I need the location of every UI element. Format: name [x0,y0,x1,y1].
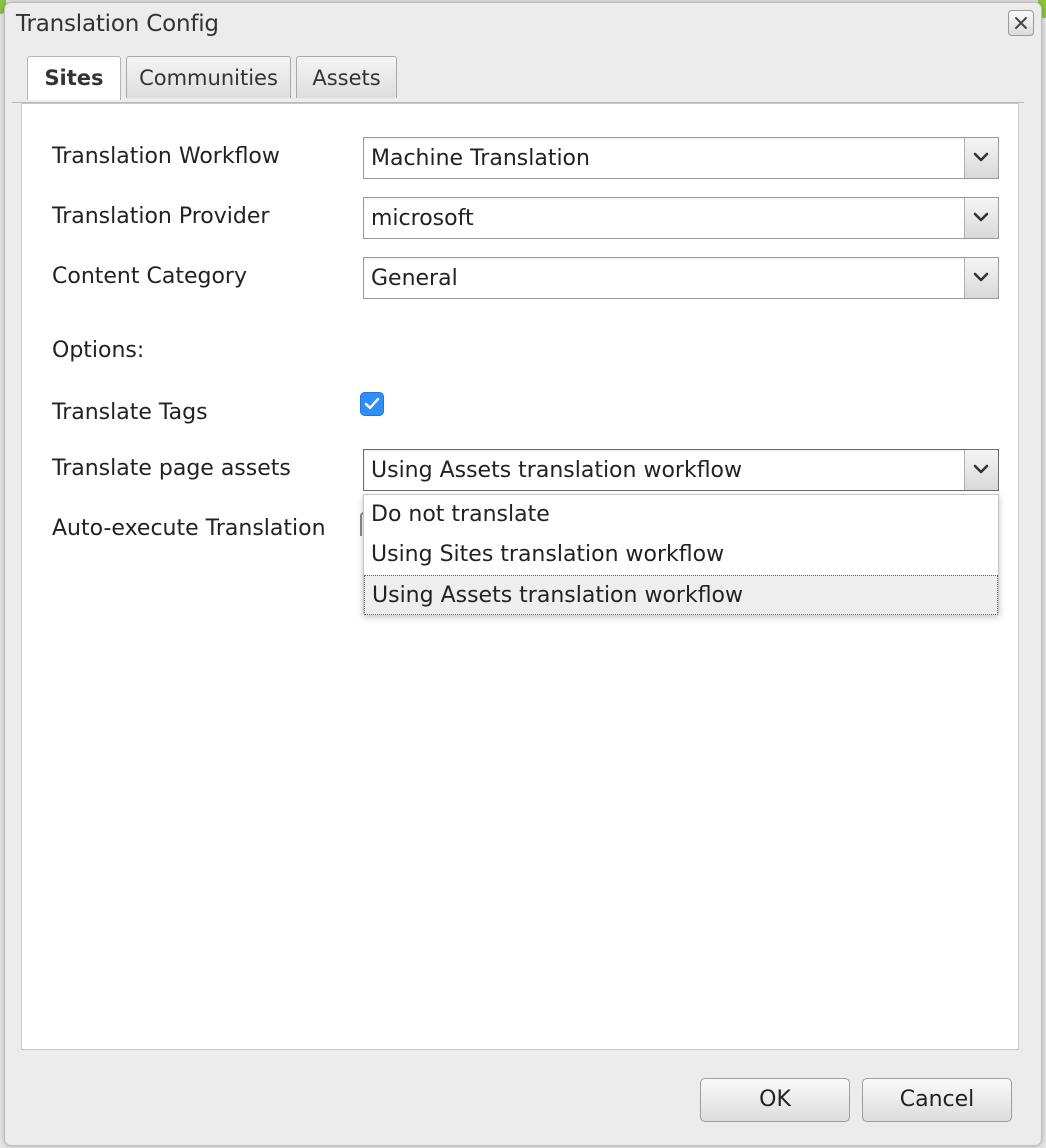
translate-tags-label: Translate Tags [52,400,208,425]
select-value: General [371,266,458,291]
dropdown-trigger[interactable] [964,198,998,238]
auto-execute-label: Auto-execute Translation [52,516,326,541]
translation-provider-label: Translation Provider [52,204,270,229]
close-button[interactable] [1008,10,1034,36]
translation-workflow-select[interactable]: Machine Translation [363,137,999,179]
select-value: Using Assets translation workflow [371,458,743,483]
translation-workflow-label: Translation Workflow [52,144,280,169]
checkmark-icon [364,397,380,410]
translate-page-assets-select[interactable]: Using Assets translation workflow [363,449,999,491]
cancel-button[interactable]: Cancel [862,1078,1012,1122]
content-category-label: Content Category [52,264,247,289]
chevron-down-icon [973,272,989,282]
chevron-down-icon [973,464,989,474]
dropdown-trigger[interactable] [964,138,998,178]
dialog-title: Translation Config [16,11,219,37]
tab-label: Assets [312,66,381,90]
tab-communities[interactable]: Communities [126,56,291,98]
tab-assets[interactable]: Assets [296,56,397,98]
option-do-not-translate[interactable]: Do not translate [364,495,998,535]
translate-page-assets-options: Do not translate Using Sites translation… [363,494,999,615]
dropdown-trigger[interactable] [964,258,998,298]
tab-label: Communities [139,66,278,90]
option-sites-workflow[interactable]: Using Sites translation workflow [364,535,998,575]
close-icon [1015,17,1027,29]
ok-button[interactable]: OK [700,1078,850,1122]
button-label: OK [759,1087,791,1112]
chevron-down-icon [973,212,989,222]
translate-tags-checkbox[interactable] [360,392,384,416]
options-heading: Options: [52,338,145,363]
button-label: Cancel [899,1087,975,1112]
tab-label: Sites [44,66,104,90]
translation-provider-select[interactable]: microsoft [363,197,999,239]
chevron-down-icon [973,152,989,162]
select-value: microsoft [371,206,474,231]
option-assets-workflow[interactable]: Using Assets translation workflow [364,575,998,615]
select-value: Machine Translation [371,146,590,171]
content-category-select[interactable]: General [363,257,999,299]
tab-sites[interactable]: Sites [27,56,121,100]
dropdown-trigger[interactable] [964,450,998,490]
translate-page-assets-label: Translate page assets [52,456,291,481]
